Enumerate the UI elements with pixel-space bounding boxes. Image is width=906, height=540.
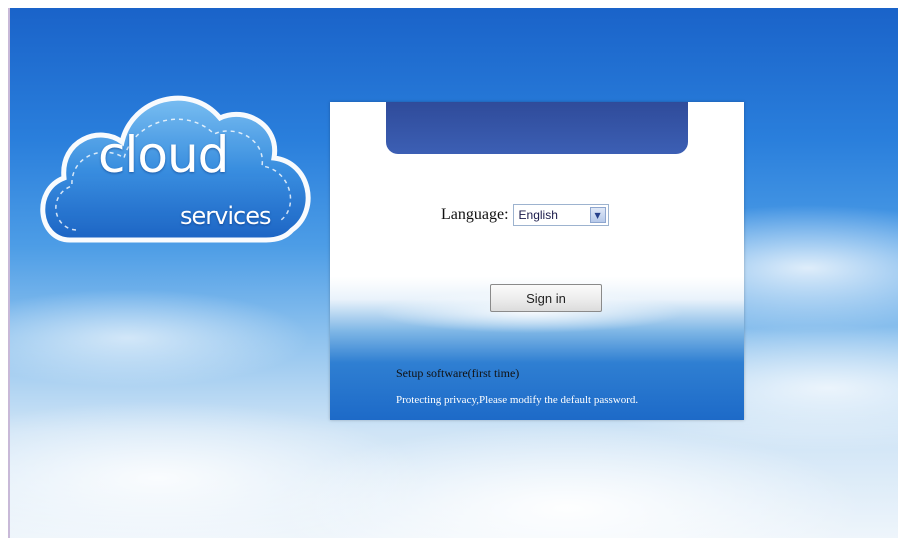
language-select[interactable]: English ▼ (512, 204, 609, 226)
logo-cloud-text: cloud (98, 126, 229, 184)
login-page: cloud services Language: English ▼ Sign … (8, 8, 898, 538)
panel-header-tab (386, 102, 688, 154)
language-selected-value: English (518, 208, 558, 222)
language-label: Language: (441, 206, 509, 223)
cloud-services-logo: cloud services (30, 70, 316, 260)
sign-in-button[interactable]: Sign in (490, 284, 602, 312)
setup-software-link[interactable]: Setup software(first time) (396, 366, 519, 381)
page-border (8, 8, 10, 538)
language-row: Language: English ▼ (441, 203, 609, 227)
privacy-notice: Protecting privacy,Please modify the def… (396, 394, 639, 406)
logo-services-text: services (180, 202, 271, 230)
chevron-down-icon[interactable]: ▼ (589, 207, 606, 223)
login-panel: Language: English ▼ Sign in Setup softwa… (330, 102, 744, 420)
